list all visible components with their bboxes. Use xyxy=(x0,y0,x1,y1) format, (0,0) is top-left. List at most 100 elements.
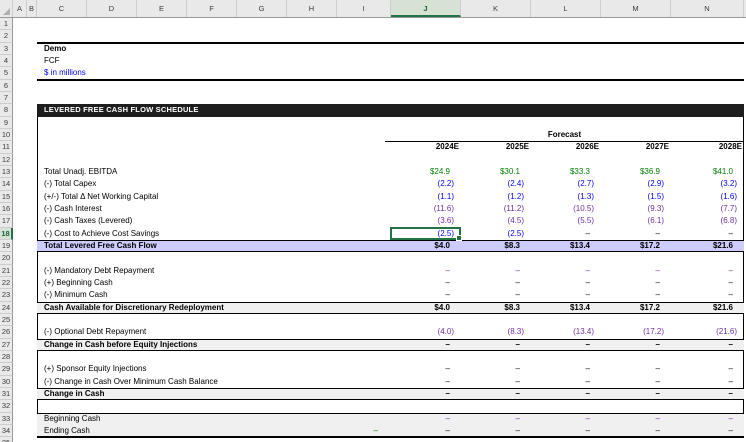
cell-K27[interactable]: – xyxy=(461,339,531,351)
cell-M18[interactable]: – xyxy=(601,228,671,240)
row-header-6[interactable]: 6 xyxy=(0,80,13,92)
cell-M23[interactable]: – xyxy=(601,289,671,301)
row-label-18[interactable]: (-) Cost to Achieve Cost Savings xyxy=(44,228,159,240)
cell-M17[interactable]: (6.1) xyxy=(601,215,671,227)
year-header-2024E[interactable]: 2024E xyxy=(391,141,461,153)
row-header-32[interactable]: 32 xyxy=(0,400,13,412)
row-header-16[interactable]: 16 xyxy=(0,203,13,215)
row-header-12[interactable]: 12 xyxy=(0,154,13,166)
forecast-label[interactable]: Forecast xyxy=(385,129,744,141)
cell-M27[interactable]: – xyxy=(601,339,671,351)
row-header-22[interactable]: 22 xyxy=(0,277,13,289)
row-header-23[interactable]: 23 xyxy=(0,289,13,301)
schedule-header-bar[interactable]: LEVERED FREE CASH FLOW SCHEDULE xyxy=(37,104,744,117)
cell-J18[interactable]: (2.5) xyxy=(391,228,461,240)
row-label-27[interactable]: Change in Cash before Equity Injections xyxy=(44,339,197,351)
row-header-25[interactable]: 25 xyxy=(0,314,13,326)
cell-J27[interactable]: – xyxy=(391,339,461,351)
cell-N27[interactable]: – xyxy=(671,339,744,351)
cell-K19[interactable]: $8.3 xyxy=(461,240,531,252)
cell-M21[interactable]: – xyxy=(601,265,671,277)
column-header-A[interactable]: A xyxy=(13,0,27,17)
cell-L26[interactable]: (13.4) xyxy=(531,326,601,338)
cell-N18[interactable]: – xyxy=(671,228,744,240)
cell-M24[interactable]: $17.2 xyxy=(601,302,671,314)
row-header-17[interactable]: 17 xyxy=(0,215,13,227)
row-header-8[interactable]: 8 xyxy=(0,104,13,116)
cell-L31[interactable]: – xyxy=(531,388,601,400)
cell-K21[interactable]: – xyxy=(461,265,531,277)
row-label-21[interactable]: (-) Mandatory Debt Repayment xyxy=(44,265,154,277)
cell-K29[interactable]: – xyxy=(461,363,531,375)
row-label-24[interactable]: Cash Available for Discretionary Redeplo… xyxy=(44,302,224,314)
cell-L29[interactable]: – xyxy=(531,363,601,375)
cell-M30[interactable]: – xyxy=(601,376,671,388)
row-header-10[interactable]: 10 xyxy=(0,129,13,141)
year-header-2028E[interactable]: 2028E xyxy=(671,141,744,153)
column-header-I[interactable]: I xyxy=(337,0,391,17)
cell-L13[interactable]: $33.3 xyxy=(531,166,601,178)
row-header-5[interactable]: 5 xyxy=(0,67,13,79)
cell-N29[interactable]: – xyxy=(671,363,744,375)
cell-J30[interactable]: – xyxy=(391,376,461,388)
row-header-15[interactable]: 15 xyxy=(0,191,13,203)
row-header-29[interactable]: 29 xyxy=(0,363,13,375)
cell-L19[interactable]: $13.4 xyxy=(531,240,601,252)
cell-L16[interactable]: (10.5) xyxy=(531,203,601,215)
cell-N15[interactable]: (1.6) xyxy=(671,191,744,203)
row-header-30[interactable]: 30 xyxy=(0,376,13,388)
cell-K31[interactable]: – xyxy=(461,388,531,400)
cell-N22[interactable]: – xyxy=(671,277,744,289)
cell-K14[interactable]: (2.4) xyxy=(461,178,531,190)
cell-L22[interactable]: – xyxy=(531,277,601,289)
row-label-17[interactable]: (-) Cash Taxes (Levered) xyxy=(44,215,132,227)
cell-M31[interactable]: – xyxy=(601,388,671,400)
select-all-corner[interactable] xyxy=(0,0,13,17)
row-header-14[interactable]: 14 xyxy=(0,178,13,190)
cell-J13[interactable]: $24.9 xyxy=(391,166,461,178)
row-header-33[interactable]: 33 xyxy=(0,413,13,425)
column-header-N[interactable]: N xyxy=(671,0,744,17)
column-header-B[interactable]: B xyxy=(27,0,37,17)
cell-N21[interactable]: – xyxy=(671,265,744,277)
cell-sheet-name[interactable]: FCF xyxy=(44,55,60,67)
cell-M34[interactable]: – xyxy=(601,425,671,437)
cell-M16[interactable]: (9.3) xyxy=(601,203,671,215)
cell-J23[interactable]: – xyxy=(391,289,461,301)
row-label-22[interactable]: (+) Beginning Cash xyxy=(44,277,113,289)
cell-J26[interactable]: (4.0) xyxy=(391,326,461,338)
column-header-E[interactable]: E xyxy=(137,0,187,17)
cell-J29[interactable]: – xyxy=(391,363,461,375)
cell-L27[interactable]: – xyxy=(531,339,601,351)
cell-J31[interactable]: – xyxy=(391,388,461,400)
cell-K18[interactable]: (2.5) xyxy=(461,228,531,240)
row-label-29[interactable]: (+) Sponsor Equity Injections xyxy=(44,363,147,375)
cell-K34[interactable]: – xyxy=(461,425,531,437)
year-header-2026E[interactable]: 2026E xyxy=(531,141,601,153)
cell-L30[interactable]: – xyxy=(531,376,601,388)
column-header-M[interactable]: M xyxy=(601,0,671,17)
cell-N16[interactable]: (7.7) xyxy=(671,203,744,215)
cell-M33[interactable]: – xyxy=(601,413,671,425)
cell-L34[interactable]: – xyxy=(531,425,601,437)
cell-N23[interactable]: – xyxy=(671,289,744,301)
cell-K16[interactable]: (11.2) xyxy=(461,203,531,215)
cell-M22[interactable]: – xyxy=(601,277,671,289)
cell-J15[interactable]: (1.1) xyxy=(391,191,461,203)
row-header-11[interactable]: 11 xyxy=(0,141,13,153)
cell-K23[interactable]: – xyxy=(461,289,531,301)
row-label-33[interactable]: Beginning Cash xyxy=(44,413,100,425)
cell-J24[interactable]: $4.0 xyxy=(391,302,461,314)
cell-M19[interactable]: $17.2 xyxy=(601,240,671,252)
row-header-28[interactable]: 28 xyxy=(0,351,13,363)
cell-L21[interactable]: – xyxy=(531,265,601,277)
cell-K33[interactable]: – xyxy=(461,413,531,425)
cell-L24[interactable]: $13.4 xyxy=(531,302,601,314)
column-header-J[interactable]: J xyxy=(391,0,461,17)
cell-K13[interactable]: $30.1 xyxy=(461,166,531,178)
year-header-2027E[interactable]: 2027E xyxy=(601,141,671,153)
row-header-7[interactable]: 7 xyxy=(0,92,13,104)
cell-M29[interactable]: – xyxy=(601,363,671,375)
cell-J19[interactable]: $4.0 xyxy=(391,240,461,252)
cell-L18[interactable]: – xyxy=(531,228,601,240)
